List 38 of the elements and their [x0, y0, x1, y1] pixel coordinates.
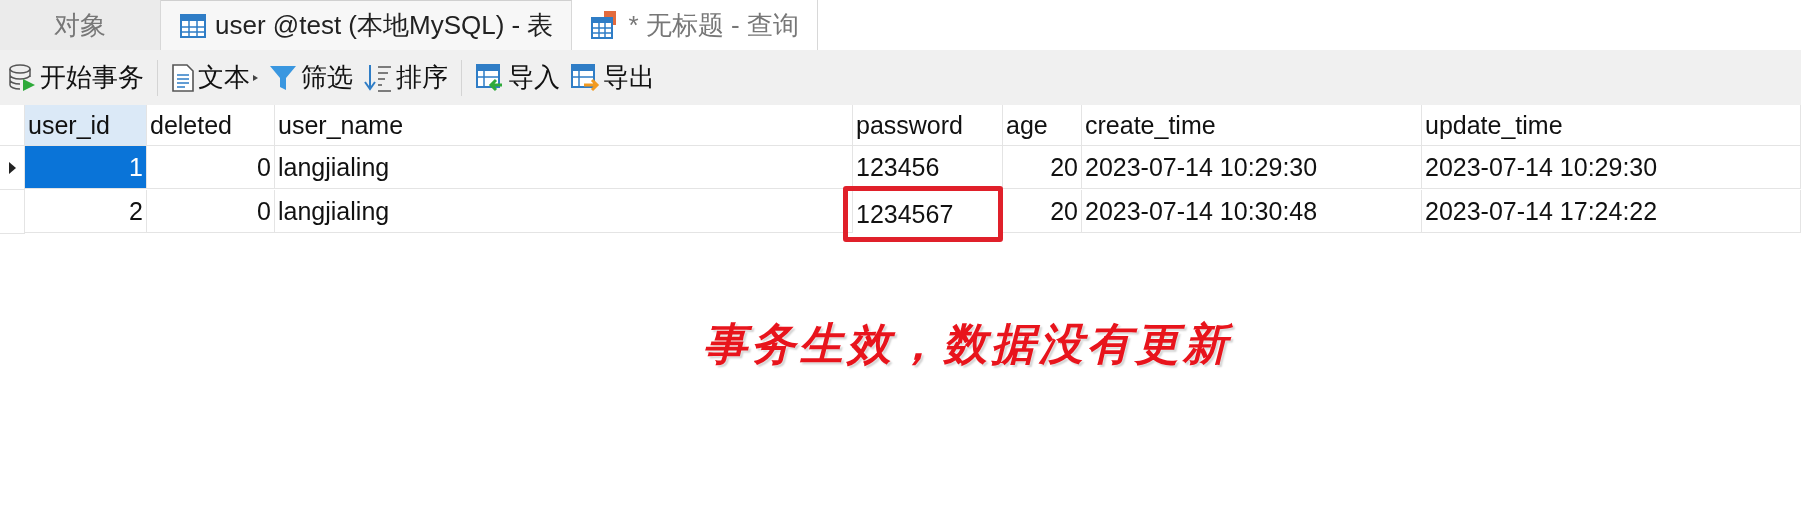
table-cell: 2	[25, 190, 147, 233]
sort-icon	[363, 62, 393, 93]
tab[interactable]: 对象	[0, 0, 161, 50]
column-header[interactable]: user_id	[25, 105, 147, 146]
table-cell: langjialing	[275, 190, 853, 233]
table-cell: 2023-07-14 10:29:30	[1422, 146, 1801, 189]
annotation-text: 事务生效，数据没有更新	[703, 317, 1231, 371]
column-header[interactable]: create_time	[1082, 105, 1422, 146]
column-header[interactable]: user_name	[275, 105, 853, 146]
table-export-icon	[570, 62, 600, 93]
column-header[interactable]: password	[853, 105, 1003, 146]
tab[interactable]: user @test (本地MySQL) - 表	[161, 0, 573, 50]
tab-label: 对象	[54, 8, 106, 42]
table-cell: 0	[147, 146, 275, 189]
table-cell: 20	[1003, 146, 1082, 189]
column-header[interactable]: update_time	[1422, 105, 1801, 146]
document-icon	[171, 62, 195, 93]
table-cell: 1234567	[843, 186, 1003, 242]
tab-label: user @test (本地MySQL) - 表	[215, 9, 554, 42]
column-header[interactable]: age	[1003, 105, 1082, 146]
table-icon	[179, 11, 207, 40]
table-import-icon	[475, 62, 505, 93]
table-cell: 1	[25, 146, 147, 189]
toolbar-button[interactable]: 导入	[472, 58, 563, 97]
table-cell: 2023-07-14 17:24:22	[1422, 190, 1801, 233]
table-cell: langjialing	[275, 146, 853, 189]
table-cell: 20	[1003, 190, 1082, 233]
toolbar-button[interactable]: 导出	[567, 58, 658, 97]
column-header[interactable]: deleted	[147, 105, 275, 146]
toolbar-button[interactable]: 筛选	[265, 58, 356, 97]
table-cell: 2023-07-14 10:29:30	[1082, 146, 1422, 189]
toolbar-button[interactable]: 排序	[360, 58, 451, 97]
database-play-icon	[7, 62, 37, 93]
toolbar-button[interactable]: 开始事务	[4, 58, 147, 97]
table-cell: 2023-07-14 10:30:48	[1082, 190, 1422, 233]
tab-label: * 无标题 - 查询	[628, 8, 799, 42]
table-cell: 0	[147, 190, 275, 233]
toolbar-button[interactable]: 文本	[168, 58, 261, 97]
